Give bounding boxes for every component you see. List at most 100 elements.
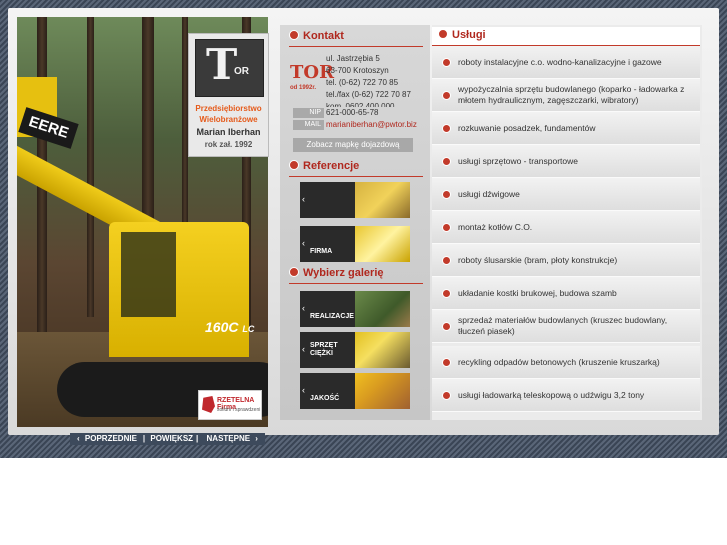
contact-heading: Kontakt — [289, 30, 344, 46]
company-type-line1: Przedsiębiorstwo — [195, 104, 262, 113]
gallery-heading: Wybierz galerię — [289, 267, 384, 283]
bullet-icon — [289, 160, 299, 170]
logo-mark: T — [206, 40, 238, 89]
gallery-label: REALIZACJE — [310, 313, 354, 320]
mail-label: MAIL — [293, 120, 324, 130]
divider — [289, 46, 423, 47]
bullet-icon — [289, 267, 299, 277]
service-item[interactable]: usługi dźwigowe — [432, 178, 700, 211]
company-logo: T OR — [195, 39, 264, 97]
bullet-icon — [442, 223, 451, 232]
service-item[interactable]: rozkuwanie posadzek, fundamentów — [432, 112, 700, 145]
bullet-icon — [442, 391, 451, 400]
service-item[interactable]: roboty instalacyjne c.o. wodno-kanalizac… — [432, 46, 700, 79]
service-label: układanie kostki brukowej, budowa szamb — [458, 287, 617, 298]
service-label: sprzedaż materiałów budowlanych (kruszec… — [458, 315, 668, 336]
phone: tel. (0-62) 722 70 85 — [326, 78, 399, 87]
gallery-label: SPRZĘT CIĘŻKI — [310, 342, 338, 357]
service-item[interactable]: sprzedaż materiałów budowlanych (kruszec… — [432, 310, 700, 343]
services-heading-label: Usługi — [452, 29, 486, 41]
map-button[interactable]: Zobacz mapkę dojazdową — [293, 138, 413, 152]
arrow-left-icon: ‹ — [302, 238, 305, 248]
bullet-icon — [289, 30, 299, 40]
bullet-icon — [438, 29, 448, 39]
arrow-left-icon: ‹ — [302, 194, 305, 204]
gallery-photo — [355, 291, 410, 327]
prev-label: POPRZEDNIE — [84, 434, 137, 443]
next-link[interactable]: NASTĘPNE › — [204, 434, 258, 443]
arrow-left-icon: ‹ — [302, 385, 305, 395]
bullet-icon — [442, 322, 451, 331]
gallery-realizacje[interactable]: ‹ REALIZACJE — [300, 291, 410, 327]
nip-label: NIP — [293, 108, 324, 118]
service-label: rozkuwanie posadzek, fundamentów — [458, 122, 596, 133]
reference-thumb-1[interactable]: ‹ — [300, 182, 410, 218]
service-label: roboty instalacyjne c.o. wodno-kanalizac… — [458, 56, 662, 67]
reference-thumb-firma[interactable]: ‹ FIRMA — [300, 226, 410, 262]
tree — [87, 17, 94, 317]
service-item[interactable]: montaż kotłów C.O. — [432, 211, 700, 244]
services-heading-bar: Usługi — [432, 27, 700, 47]
phone-fax: tel./fax (0-62) 722 70 87 — [326, 90, 411, 99]
cab-window — [121, 232, 176, 317]
address-line1: ul. Jastrzębia 5 — [326, 54, 380, 63]
arrow-left-icon: ‹ — [302, 303, 305, 313]
company-logo-box: T OR Przedsiębiorstwo Wielobranżowe Mari… — [188, 33, 269, 157]
model-decal: 160C LC — [205, 319, 254, 335]
next-label: NASTĘPNE — [206, 434, 251, 443]
photo-navigation: ‹ POPRZEDNIE | POWIĘKSZ | NASTĘPNE › — [70, 433, 265, 445]
bullet-icon — [442, 58, 451, 67]
bullet-icon — [442, 124, 451, 133]
company-owner: Marian Iberhan — [196, 127, 261, 137]
service-label: recykling odpadów betonowych (kruszenie … — [458, 356, 660, 367]
reference-label: FIRMA — [310, 248, 333, 255]
bullet-icon — [442, 289, 451, 298]
service-label: usługi ładowarką teleskopową o udźwigu 3… — [458, 389, 645, 400]
arrow-left-icon: ‹ — [302, 344, 305, 354]
references-heading: Referencje — [289, 160, 359, 176]
company-type-line2: Wielobranżowe — [199, 115, 258, 124]
divider — [289, 176, 423, 177]
service-item[interactable]: roboty ślusarskie (bram, płoty konstrukc… — [432, 244, 700, 277]
model-number: 160C — [205, 319, 239, 335]
gallery-heading-label: Wybierz galerię — [303, 267, 384, 279]
divider — [289, 283, 423, 284]
prev-link[interactable]: ‹ POPRZEDNIE — [77, 434, 140, 443]
gallery-photo — [355, 373, 410, 409]
service-item[interactable]: układanie kostki brukowej, budowa szamb — [432, 277, 700, 310]
address-line2: 63-700 Krotoszyn — [326, 66, 389, 75]
bullet-icon — [442, 91, 451, 100]
nip-value: 621-000-65-78 — [326, 108, 379, 117]
bullet-icon — [442, 256, 451, 265]
logo-mark-small: OR — [234, 66, 249, 77]
reference-photo — [355, 182, 410, 218]
bullet-icon — [442, 190, 451, 199]
company-founded: rok zał. 1992 — [204, 140, 253, 149]
rzetelna-firma-badge[interactable]: RZETELNA Firma solidni i sprawdzeni — [198, 390, 262, 420]
poland-map-icon — [202, 396, 215, 413]
contact-address: ul. Jastrzębia 5 63-700 Krotoszyn tel. (… — [326, 53, 411, 107]
service-item[interactable]: wypożyczalnia sprzętu budowlanego (kopar… — [432, 79, 700, 112]
brand-decal: EERE — [18, 107, 79, 149]
service-item[interactable]: usługi ładowarką teleskopową o udźwigu 3… — [432, 379, 700, 412]
gallery-photo — [355, 332, 410, 368]
badge-subtitle: solidni i sprawdzeni — [217, 407, 261, 413]
mail-link[interactable]: marianiberhan@pwtor.biz — [326, 120, 417, 130]
service-item[interactable]: usługi sprzętowo - transportowe — [432, 145, 700, 178]
zoom-link[interactable]: POWIĘKSZ — [150, 434, 193, 443]
gallery-label: JAKOŚĆ — [310, 395, 340, 402]
services-heading: Usługi — [438, 29, 486, 45]
reference-photo — [355, 226, 410, 262]
bullet-icon — [442, 358, 451, 367]
service-label: montaż kotłów C.O. — [458, 221, 533, 232]
service-label: usługi sprzętowo - transportowe — [458, 155, 579, 166]
model-suffix: LC — [242, 324, 255, 334]
service-label: usługi dźwigowe — [458, 188, 520, 199]
service-label: wypożyczalnia sprzętu budowlanego (kopar… — [458, 84, 685, 105]
references-heading-label: Referencje — [303, 160, 360, 172]
service-label: roboty ślusarskie (bram, płoty konstrukc… — [458, 254, 618, 265]
contact-heading-label: Kontakt — [303, 30, 344, 42]
gallery-sprzet-ciezki[interactable]: ‹ SPRZĘT CIĘŻKI — [300, 332, 410, 368]
gallery-jakosc[interactable]: ‹ JAKOŚĆ — [300, 373, 410, 409]
service-item[interactable]: recykling odpadów betonowych (kruszenie … — [432, 346, 700, 379]
